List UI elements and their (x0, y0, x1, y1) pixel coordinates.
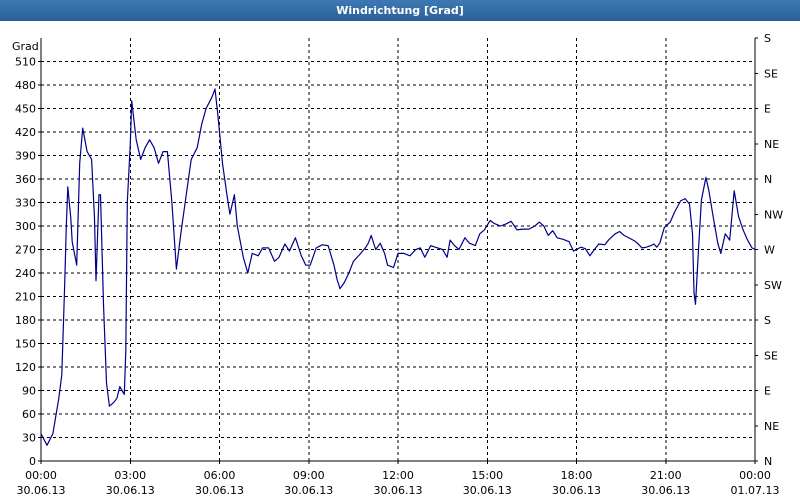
y-tick-label: 90 (22, 385, 36, 398)
compass-tick-label: NE (764, 420, 779, 433)
x-tick-time: 00:00 (739, 469, 771, 482)
x-tick-time: 06:00 (204, 469, 236, 482)
compass-tick-label: W (764, 244, 775, 257)
y-tick-label: 180 (15, 314, 36, 327)
x-tick-date: 01.07.13 (731, 484, 780, 497)
y-tick-label: 270 (15, 244, 36, 257)
compass-tick-label: SW (764, 279, 782, 292)
y-tick-label: 60 (22, 408, 36, 421)
compass-tick-label: N (764, 173, 772, 186)
compass-tick-label: S (764, 314, 771, 327)
x-tick-date: 30.06.13 (641, 484, 690, 497)
compass-tick-label: NE (764, 138, 779, 151)
x-tick-time: 12:00 (382, 469, 414, 482)
compass-tick-label: SE (764, 349, 778, 362)
y-tick-label: 420 (15, 126, 36, 139)
x-tick-date: 30.06.13 (17, 484, 66, 497)
y-tick-label: 330 (15, 197, 36, 210)
x-tick-time: 09:00 (293, 469, 325, 482)
y-tick-label: 510 (15, 56, 36, 69)
window-title: Windrichtung [Grad] (0, 0, 800, 21)
wind-direction-chart: 0 30 60 90 120 150 180 210 240 270 300 330 360 390 420… (12, 32, 783, 497)
compass-tick-label: SE (764, 67, 778, 80)
compass-tick-label: NW (764, 208, 783, 221)
y-tick-label: 300 (15, 220, 36, 233)
y-tick-label: 30 (22, 432, 36, 445)
y-tick-label: 120 (15, 361, 36, 374)
compass-tick-label: S (764, 32, 771, 45)
x-tick-time: 03:00 (114, 469, 146, 482)
chart-window: Windrichtung [Grad] 0 30 60 90 120 150 180 210 2… (0, 0, 800, 500)
x-tick-date: 30.06.13 (106, 484, 155, 497)
x-tick-date: 30.06.13 (195, 484, 244, 497)
y-tick-label: 360 (15, 173, 36, 186)
y-tick-label: 450 (15, 103, 36, 116)
x-tick-time: 18:00 (561, 469, 593, 482)
x-tick-time: 15:00 (471, 469, 503, 482)
x-tick-time: 21:00 (650, 469, 682, 482)
y-axis-label: Grad (12, 40, 39, 53)
y-tick-label: 0 (29, 455, 36, 468)
y-tick-label: 390 (15, 150, 36, 163)
x-tick-date: 30.06.13 (284, 484, 333, 497)
x-tick-date: 30.06.13 (374, 484, 423, 497)
y-tick-label: 480 (15, 79, 36, 92)
compass-tick-label: E (764, 103, 771, 116)
x-tick-date: 30.06.13 (463, 484, 512, 497)
y-tick-label: 150 (15, 338, 36, 351)
x-tick-date: 30.06.13 (552, 484, 601, 497)
compass-tick-label: N (764, 455, 772, 468)
x-tick-time: 00:00 (25, 469, 57, 482)
compass-tick-label: E (764, 385, 771, 398)
y-tick-label: 210 (15, 291, 36, 304)
y-tick-label: 240 (15, 267, 36, 280)
